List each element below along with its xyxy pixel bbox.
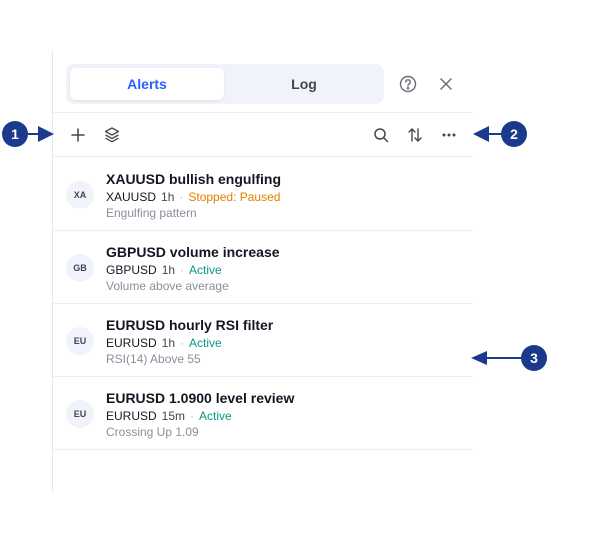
callout-1: 1 bbox=[2, 121, 28, 147]
alert-description: Crossing Up 1.09 bbox=[106, 425, 199, 439]
header-divider bbox=[53, 112, 473, 113]
callout-2: 2 bbox=[501, 121, 527, 147]
tab-log[interactable]: Log bbox=[226, 68, 382, 100]
alert-timeframe: 1h bbox=[161, 190, 175, 204]
plus-icon bbox=[71, 128, 85, 142]
help-icon[interactable] bbox=[398, 74, 418, 94]
more-button[interactable] bbox=[439, 125, 459, 145]
alert-meta: EURUSD 15m · Active bbox=[106, 409, 232, 423]
separator-dot: · bbox=[190, 409, 195, 423]
status-badge: Stopped: Paused bbox=[188, 190, 281, 204]
callout-3-arrow bbox=[471, 351, 523, 365]
status-badge: Active bbox=[189, 336, 222, 350]
tab-alerts[interactable]: Alerts bbox=[70, 68, 224, 100]
callout-1-arrow bbox=[28, 126, 54, 142]
list-item[interactable]: GB GBPUSD volume increase GBPUSD 1h · Activ… bbox=[53, 230, 473, 304]
status-badge: Active bbox=[199, 409, 232, 423]
status-badge: Active bbox=[189, 263, 222, 277]
avatar: EU bbox=[66, 327, 94, 355]
list-item[interactable]: XA XAUUSD bullish engulfing XAUUSD 1h · Sto… bbox=[53, 157, 473, 231]
close-icon[interactable] bbox=[436, 74, 456, 94]
alert-description: Volume above average bbox=[106, 279, 229, 293]
callout-2-arrow bbox=[473, 126, 503, 142]
alert-title: EURUSD hourly RSI filter bbox=[106, 317, 274, 333]
more-icon bbox=[442, 133, 456, 137]
alerts-panel: Alerts Log XA XAUUSD bullish engulfing X… bbox=[52, 50, 473, 492]
search-button[interactable] bbox=[371, 125, 391, 145]
alert-meta: GBPUSD 1h · Active bbox=[106, 263, 222, 277]
list-item[interactable]: EU EURUSD 1.0900 level review EURUSD 15m ·… bbox=[53, 376, 473, 450]
alert-symbol: XAUUSD bbox=[106, 190, 157, 204]
layers-button[interactable] bbox=[102, 125, 122, 145]
avatar: GB bbox=[66, 254, 94, 282]
alert-symbol: EURUSD bbox=[106, 409, 157, 423]
search-icon bbox=[374, 128, 389, 143]
alert-title: EURUSD 1.0900 level review bbox=[106, 390, 295, 406]
separator-dot: · bbox=[179, 190, 184, 204]
list-item[interactable]: EU EURUSD hourly RSI filter EURUSD 1h · Act… bbox=[53, 303, 473, 377]
alert-timeframe: 1h bbox=[161, 336, 176, 350]
alert-meta: EURUSD 1h · Active bbox=[106, 336, 222, 350]
alert-timeframe: 15m bbox=[161, 409, 186, 423]
sort-button[interactable] bbox=[405, 125, 425, 145]
layers-icon bbox=[104, 127, 120, 143]
alert-meta: XAUUSD 1h · Stopped: Paused bbox=[106, 190, 280, 204]
separator-dot: · bbox=[180, 263, 185, 277]
alert-symbol: GBPUSD bbox=[106, 263, 157, 277]
sort-icon bbox=[408, 128, 422, 142]
add-alert-button[interactable] bbox=[68, 125, 88, 145]
tab-bar: Alerts Log bbox=[66, 64, 384, 104]
alert-title: GBPUSD volume increase bbox=[106, 244, 280, 260]
alert-symbol: EURUSD bbox=[106, 336, 157, 350]
alert-description: Engulfing pattern bbox=[106, 206, 197, 220]
separator-dot: · bbox=[180, 336, 185, 350]
avatar: XA bbox=[66, 181, 94, 209]
alert-timeframe: 1h bbox=[161, 263, 176, 277]
alert-title: XAUUSD bullish engulfing bbox=[106, 171, 281, 187]
callout-3: 3 bbox=[521, 345, 547, 371]
alert-description: RSI(14) Above 55 bbox=[106, 352, 201, 366]
avatar: EU bbox=[66, 400, 94, 428]
